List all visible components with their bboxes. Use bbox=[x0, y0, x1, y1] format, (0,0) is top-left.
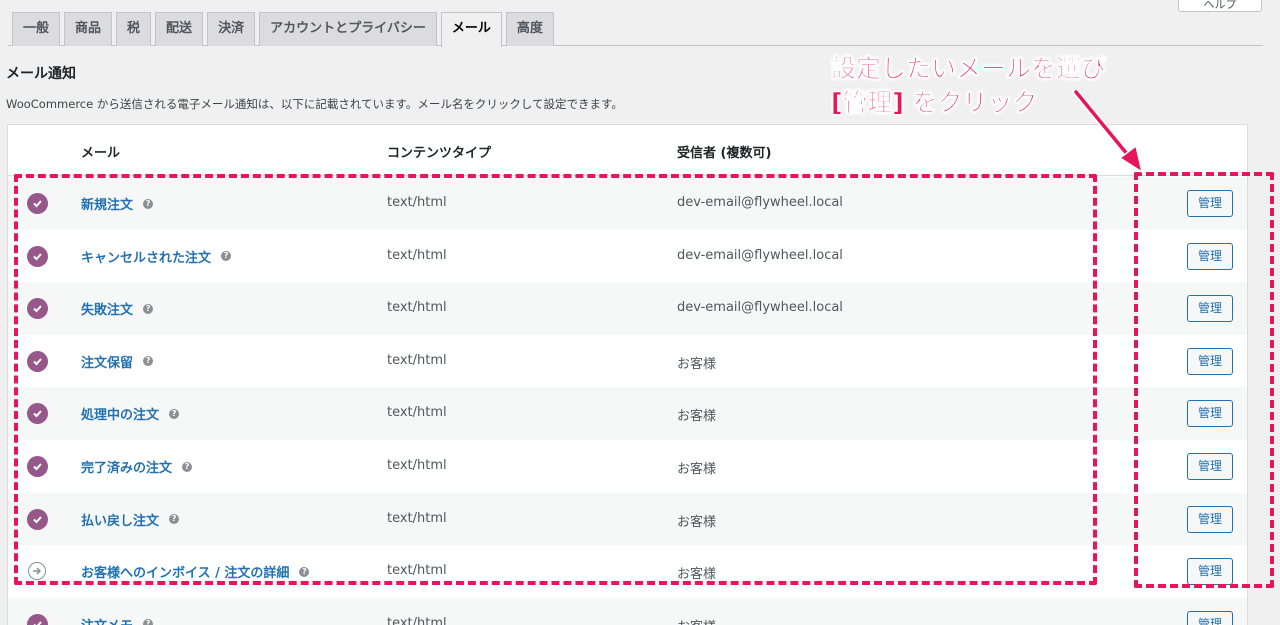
annotation-line-2: [管理] をクリック bbox=[831, 88, 1038, 118]
table-header: メール コンテンツタイプ 受信者 (複数可) bbox=[8, 125, 1247, 176]
tab-5[interactable]: アカウントとプライバシー bbox=[259, 12, 437, 46]
help-button[interactable]: ヘルプ bbox=[1178, 0, 1262, 12]
annotation-callout: 設定したいメールを選び [管理] をクリック bbox=[831, 52, 1107, 120]
recipient-cell: お客様 bbox=[677, 616, 716, 625]
tab-6[interactable]: メール bbox=[440, 12, 502, 47]
table-row: 注文メモ? text/html お客様 管理 bbox=[8, 597, 1247, 625]
tab-2[interactable]: 税 bbox=[116, 12, 152, 46]
page-title: メール通知 bbox=[6, 66, 76, 82]
email-name-link[interactable]: 注文メモ? bbox=[81, 615, 154, 625]
tab-1[interactable]: 商品 bbox=[64, 12, 113, 46]
annotation-arrow-icon bbox=[1072, 88, 1144, 174]
manage-buttons-highlight bbox=[1134, 172, 1274, 588]
tab-0[interactable]: 一般 bbox=[12, 12, 61, 46]
email-rows-highlight bbox=[14, 174, 1097, 585]
enabled-status-icon bbox=[27, 613, 48, 625]
section-description: WooCommerce から送信される電子メール通知は、以下に記載されています。… bbox=[6, 97, 623, 111]
column-header-recipient: 受信者 (複数可) bbox=[677, 146, 772, 161]
tab-3[interactable]: 配送 bbox=[155, 12, 204, 46]
column-header-email: メール bbox=[81, 146, 121, 161]
settings-tabs: 一般 商品税配送 決済 アカウントとプライバシー メール 高度 bbox=[8, 12, 1263, 47]
email-name-text[interactable]: 注文メモ bbox=[81, 615, 133, 625]
tab-7[interactable]: 高度 bbox=[505, 12, 554, 46]
tab-4[interactable]: 決済 bbox=[207, 12, 256, 46]
manage-button[interactable]: 管理 bbox=[1187, 610, 1233, 625]
help-tip-icon[interactable]: ? bbox=[143, 619, 154, 625]
annotation-line-1: 設定したいメールを選び bbox=[831, 54, 1107, 84]
column-header-content-type: コンテンツタイプ bbox=[387, 146, 492, 161]
content-type-cell: text/html bbox=[387, 615, 447, 625]
